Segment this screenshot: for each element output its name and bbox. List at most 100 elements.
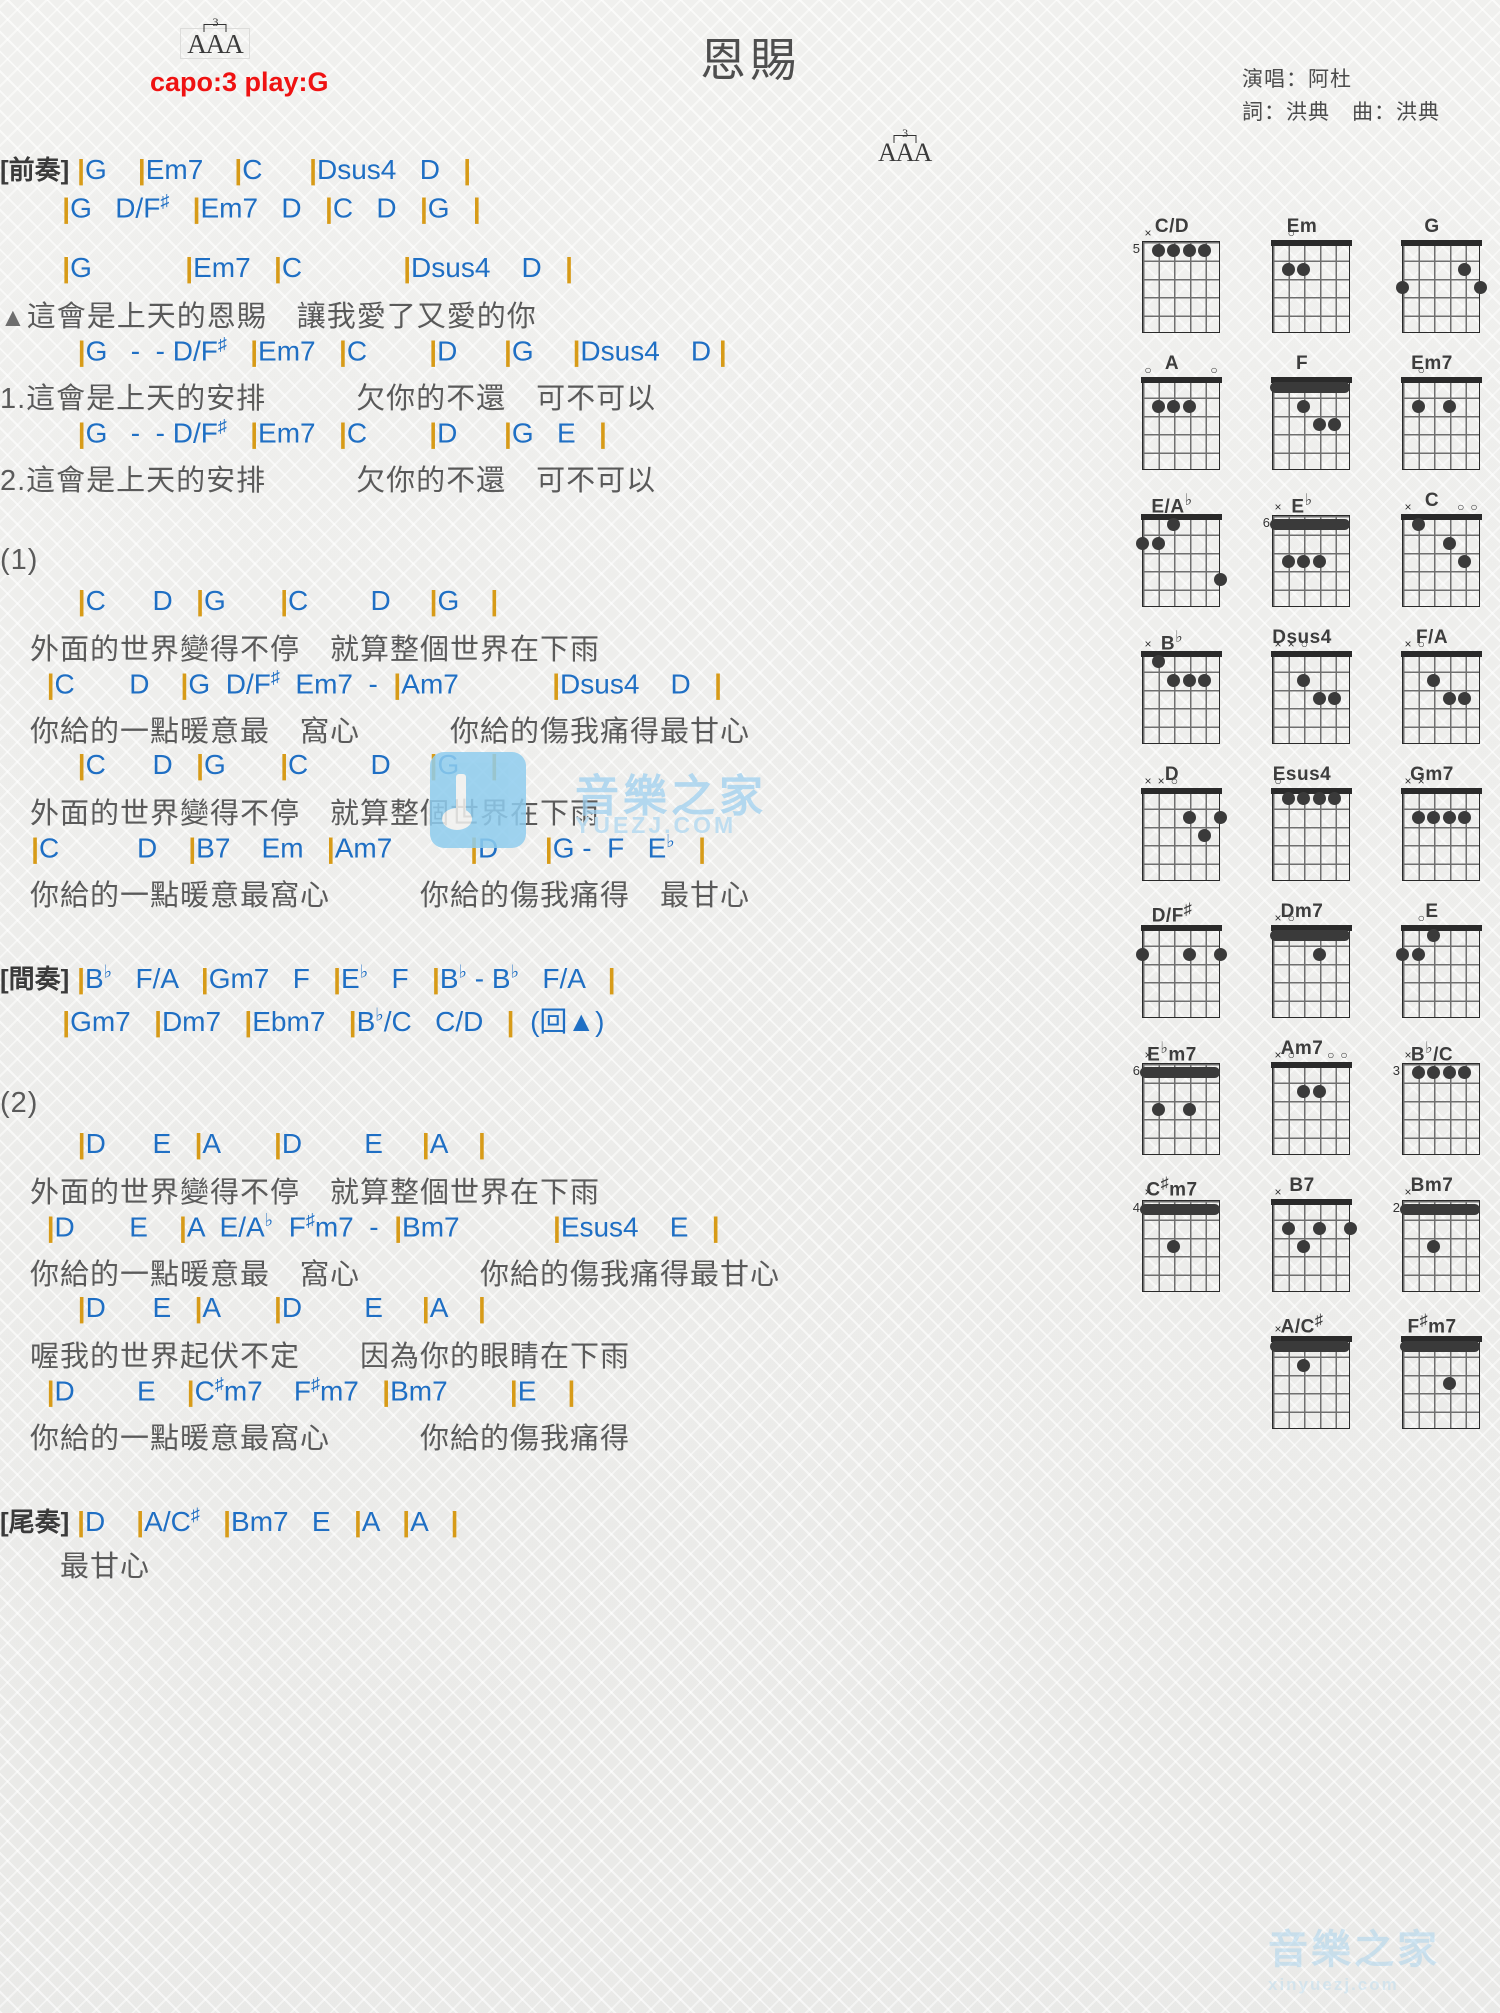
string-marker-blank [1208,776,1220,786]
string-markers: × [1142,1049,1220,1061]
string-marker-blank [1298,776,1310,786]
chord-diagram-name: G [1424,216,1440,237]
string-marker-blank [1298,913,1310,923]
open-string-icon: ○ [1417,637,1425,651]
string-marker-blank [1195,776,1207,786]
lyric-line: 喔我的世界起伏不定 因為你的眼睛在下雨 [0,1341,631,1373]
chord-diagram: E♭m7 × 6 [1122,1038,1222,1159]
chord-diagram: Esus4 ○ [1252,764,1352,885]
lyric-line: 外面的世界變得不停 就算整個世界在下雨 [0,634,601,666]
finger-dot [1442,1066,1456,1080]
string-markers: ○ ○ [1142,363,1220,377]
finger-dot [1297,399,1311,413]
chord-diagram-frame: ○ [1252,227,1352,337]
muted-string-icon: × [1274,500,1282,514]
chord-line: |D E |A |D E |A | [77,1292,486,1323]
finger-dot [1312,418,1326,431]
fretboard-grid [1270,1198,1357,1292]
chord-diagram-frame: × [1252,1323,1352,1433]
fretboard-grid [1400,1335,1482,1429]
string-markers: × [1402,1185,1480,1199]
muted-string-icon: × [1144,774,1152,788]
open-string-icon: ○ [1300,637,1308,651]
string-marker-blank [1155,365,1167,375]
finger-dot [1297,262,1311,276]
finger-dot [1411,1066,1425,1080]
string-marker-blank [1468,365,1480,375]
credits: 演唱：阿杜 詞：洪典 曲：洪典 [1242,64,1440,129]
nut [1140,924,1222,931]
fretboard-grid [1270,1335,1352,1429]
finger-dot [1442,536,1456,550]
chord-line: [間奏] |B♭ F/A |Gm7 F |E♭ F |B♭ - B♭ F/A | [0,961,616,994]
chord-diagram: C/D × 5 [1122,216,1222,337]
string-marker-blank [1455,639,1467,649]
fret-lines [1272,1063,1350,1155]
chord-diagram-frame: × [1252,1186,1357,1296]
string-marker-blank [1312,1050,1324,1060]
barre [1140,1204,1220,1216]
muted-string-icon: × [1144,226,1152,240]
string-marker-blank [1338,1187,1350,1197]
lyric-line: ▲這會是上天的恩賜 讓我愛了又愛的你 [0,301,537,333]
string-marker-blank [1455,365,1467,375]
chord-diagram-frame [1382,239,1487,337]
open-string-icon: ○ [1210,363,1218,377]
open-string-icon: ○ [1417,363,1425,377]
string-marker-blank [1298,502,1310,512]
fret-lines [1142,378,1220,470]
nut [1270,1061,1352,1068]
string-marker-blank [1325,502,1337,512]
fretboard-grid [1400,787,1482,881]
chord-diagram-row: A ○ ○ F Em7 ○ [1082,353,1482,474]
string-marker-blank [1298,1324,1310,1334]
writer-label: 詞：洪典 曲：洪典 [1242,100,1440,124]
string-marker-blank [1312,502,1324,512]
string-marker-blank [1155,228,1167,238]
finger-dot [1182,399,1196,413]
muted-string-icon: × [1404,637,1412,651]
chord-diagram: Dsus4 × × ○ [1252,627,1352,748]
lyric-line: 你給的一點暖意最 窩心 你給的傷我痛得最甘心 [0,1259,781,1291]
string-marker-blank [1428,1187,1440,1197]
barre [1270,382,1350,394]
nut [1400,787,1482,794]
fret-lines [1272,241,1350,333]
fretboard-grid [1400,376,1482,470]
lyric-line: 你給的一點暖意最 窩心 你給的傷我痛得最甘心 [0,716,751,748]
chord-diagram: F♯m7 [1382,1312,1482,1433]
finger-dot [1214,947,1227,961]
chord-diagram: C × ○ ○ [1382,490,1482,611]
chord-diagram-row: C/D × 5 Em ○ G [1082,216,1487,337]
string-markers: × [1272,500,1350,514]
string-marker-blank [1285,776,1297,786]
fretboard-grid: 6 [1263,515,1350,607]
chord-diagram-frame: ○ [1382,364,1482,474]
chord-diagram-row: C♯m7 × 4 B7 × Bm7 × 2 [1082,1175,1482,1296]
chord-line: |D E |A |D E |A | [77,1128,486,1159]
string-marker-blank [1298,1187,1310,1197]
string-markers: ○ [1402,912,1480,924]
string-marker-blank [1455,1050,1467,1060]
muted-string-icon: × [1404,500,1412,514]
triplet-marker-right: 3 [893,126,917,143]
chord-diagram-frame: ○ [1252,775,1352,885]
lyric-line: 你給的一點暖意最窩心 你給的傷我痛得 [0,1423,631,1455]
fretboard-grid [1140,787,1227,881]
open-string-icon: ○ [1470,500,1478,514]
string-marker-blank [1182,1187,1194,1197]
finger-dot [1151,1103,1165,1116]
string-marker-blank [1442,913,1454,923]
finger-dot [1182,947,1196,961]
chord-line: |D E |C♯m7 F♯m7 |Bm7 |E | [46,1374,576,1407]
string-marker-blank [1168,1050,1180,1060]
fret-number: 5 [1132,241,1140,256]
muted-string-icon: × [1404,1185,1412,1199]
chord-diagram: A ○ ○ [1122,353,1222,474]
chord-sheet: 3 AAA capo:3 play:G 恩賜 演唱：阿杜 詞：洪典 曲：洪典 3… [0,0,1500,2013]
chord-diagram-frame: × 2 [1382,1186,1482,1296]
string-marker-blank [1182,1050,1194,1060]
fret-lines [1402,789,1480,881]
